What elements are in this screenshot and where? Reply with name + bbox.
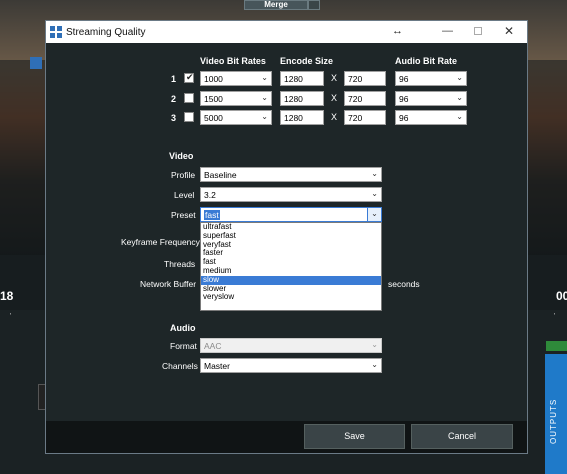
row-1-checkbox[interactable] [184,72,194,83]
status-indicator [546,341,567,351]
row-2-height-input[interactable]: 720 [344,91,386,106]
profile-select[interactable]: Baseline ⌄ [200,167,382,182]
row-3-audio-value: 96 [399,113,409,123]
profile-label: Profile [171,170,196,180]
cancel-button[interactable]: Cancel [411,424,513,449]
channels-value: Master [204,361,230,371]
minimize-icon[interactable]: — [442,25,453,37]
format-value: AAC [204,341,222,351]
preset-select[interactable]: fast ⌄ [200,207,382,222]
dialog-footer: Save Cancel [46,421,527,453]
background-left-strip [0,60,46,310]
grid-icon [30,57,42,69]
row-number: 2 [171,94,177,104]
audio-section-heading: Audio [170,323,196,333]
chevron-down-icon[interactable]: ⌄ [367,208,381,221]
size-separator: X [331,73,338,83]
merge-button[interactable]: Merge [244,0,308,10]
outputs-label: OUTPUTS [549,398,558,444]
row-number: 3 [171,113,177,123]
level-select[interactable]: 3.2 ⌄ [200,187,382,202]
tick-mark: ' [554,313,556,320]
format-label: Format [170,341,197,351]
chevron-down-icon: ⌄ [371,169,378,178]
preset-label: Preset [171,210,196,220]
row-2-width-input[interactable]: 1280 [280,91,324,106]
tick-mark: ' [10,313,12,320]
chevron-down-icon: ⌄ [456,73,463,82]
row-1-width-input[interactable]: 1280 [280,71,324,86]
channels-label: Channels [162,361,198,371]
left-counter: 18 [0,289,14,303]
row-3-checkbox[interactable] [184,112,194,122]
header-encode-size: Encode Size [280,56,334,66]
size-separator: X [331,112,338,122]
row-2-checkbox[interactable] [184,93,194,103]
row-2-audio-value: 96 [399,94,409,104]
video-section-heading: Video [169,151,194,161]
chevron-down-icon: ⌄ [456,112,463,121]
chevron-down-icon: ⌄ [371,189,378,198]
chevron-down-icon: ⌄ [371,360,378,369]
row-1-audio-value: 96 [399,74,409,84]
row-1-audio-select[interactable]: 96 ⌄ [395,71,467,86]
row-2-bitrate-select[interactable]: 1500 ⌄ [200,91,272,106]
threads-label: Threads [164,259,196,269]
maximize-icon[interactable] [474,27,482,35]
preset-dropdown-list: ultrafast superfast veryfast faster fast… [200,222,382,311]
save-button[interactable]: Save [304,424,405,449]
app-icon [50,26,62,38]
level-label: Level [174,190,195,200]
level-value: 3.2 [204,190,216,200]
preset-value: fast [204,210,220,220]
row-1-bitrate-value: 1000 [204,74,223,84]
streaming-quality-dialog: Streaming Quality ↔ — ✕ Video Bit Rates … [45,20,528,454]
preset-option-highlighted[interactable]: slow [201,275,381,285]
merge-dropdown-button[interactable] [308,0,320,10]
right-counter: 00 [556,289,567,303]
row-3-bitrate-select[interactable]: 5000 ⌄ [200,110,272,125]
outputs-tab[interactable]: OUTPUTS [545,354,567,474]
preset-option[interactable]: faster [201,249,381,258]
network-buffer-label: Network Buffer [140,279,197,289]
close-icon[interactable]: ✕ [504,24,514,38]
title-bar[interactable]: Streaming Quality ↔ — ✕ [46,21,527,43]
preset-option[interactable]: medium [201,266,381,276]
dialog-title: Streaming Quality [66,27,146,38]
chevron-down-icon: ⌄ [261,112,268,121]
chevron-down-icon: ⌄ [456,93,463,102]
keyframe-frequency-label: Keyframe Frequency [121,237,200,247]
profile-value: Baseline [204,170,237,180]
row-3-height-input[interactable]: 720 [344,110,386,125]
chevron-down-icon: ⌄ [261,73,268,82]
row-1-height-input[interactable]: 720 [344,71,386,86]
preset-option[interactable]: veryfast [201,240,381,250]
row-1-bitrate-select[interactable]: 1000 ⌄ [200,71,272,86]
header-audio-bit-rate: Audio Bit Rate [395,56,457,66]
row-2-bitrate-value: 1500 [204,94,223,104]
row-2-audio-select[interactable]: 96 ⌄ [395,91,467,106]
row-3-bitrate-value: 5000 [204,113,223,123]
background-right-strip [528,60,567,310]
chevron-down-icon: ⌄ [371,340,378,349]
format-select: AAC ⌄ [200,338,382,353]
chevron-down-icon: ⌄ [261,93,268,102]
size-separator: X [331,93,338,103]
seconds-label: seconds [388,279,420,289]
row-3-audio-select[interactable]: 96 ⌄ [395,110,467,125]
row-3-width-input[interactable]: 1280 [280,110,324,125]
row-number: 1 [171,74,177,84]
move-icon[interactable]: ↔ [392,25,403,37]
preset-option[interactable]: veryslow [201,293,381,302]
channels-select[interactable]: Master ⌄ [200,358,382,373]
header-video-bit-rates: Video Bit Rates [200,56,266,66]
